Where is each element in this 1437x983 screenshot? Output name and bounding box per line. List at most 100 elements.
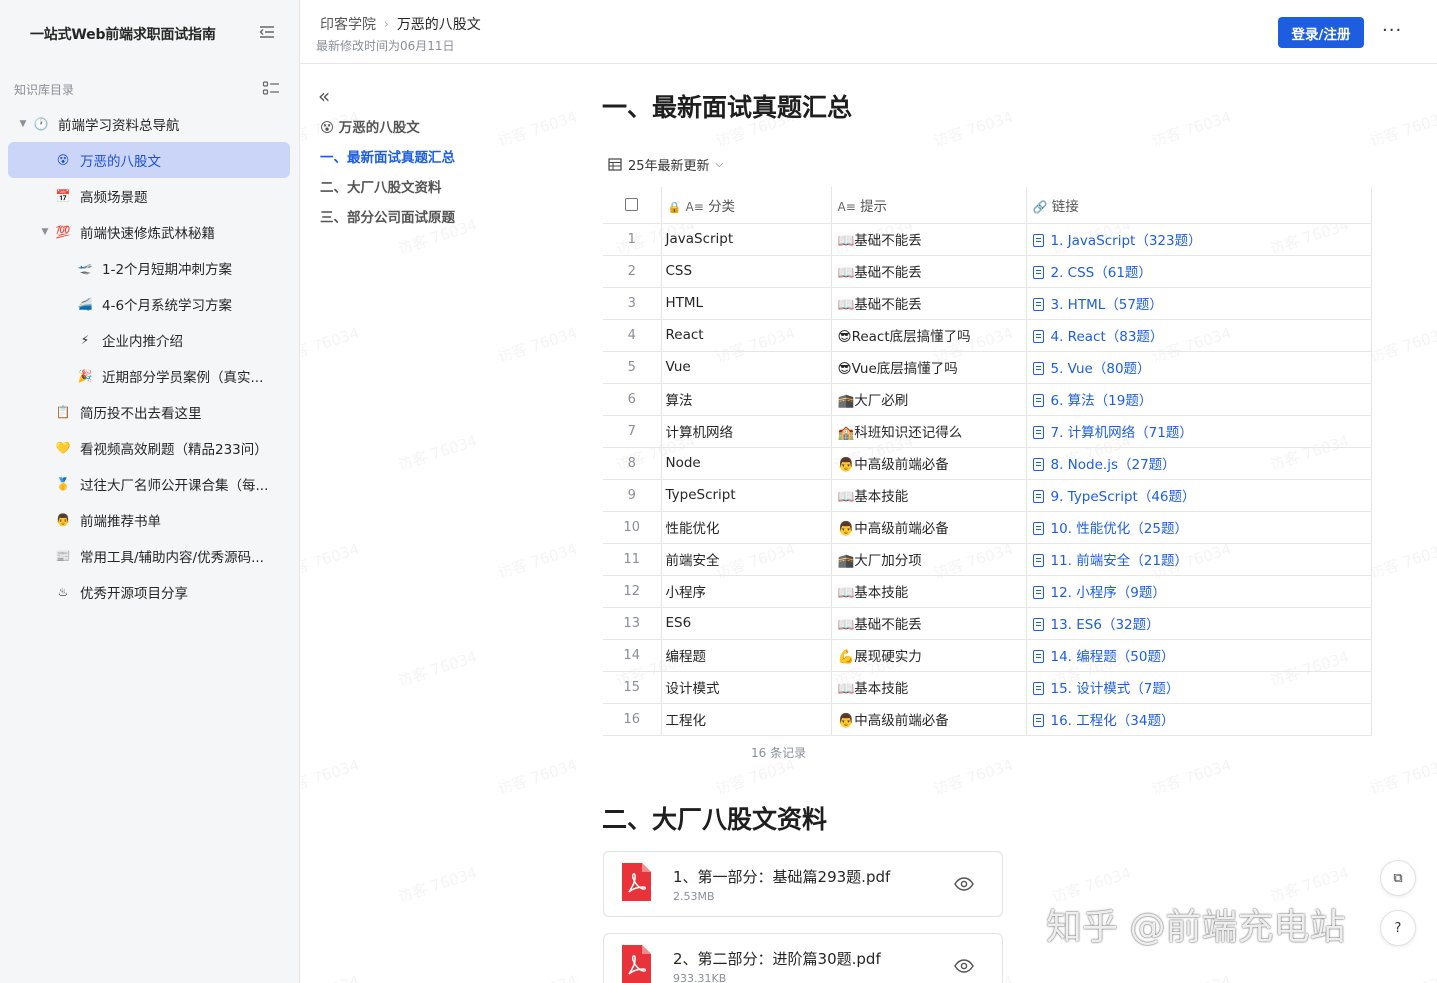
sidebar-item[interactable]: 📋 简历投不出去看这里 — [8, 394, 290, 430]
link-cell[interactable]: 11. 前端安全（21题） — [1026, 543, 1372, 576]
hint-cell[interactable]: 📖基本技能 — [831, 575, 1027, 608]
link-cell[interactable]: 7. 计算机网络（71题） — [1026, 415, 1372, 448]
sidebar-item[interactable]: ▼ 🕐 前端学习资料总导航 — [8, 106, 290, 142]
category-cell[interactable]: CSS — [661, 255, 832, 288]
hint-cell[interactable]: 👨中高级前端必备 — [831, 511, 1027, 544]
sidebar-item[interactable]: ♨ 优秀开源项目分享 — [8, 574, 290, 610]
hint-cell[interactable]: 😎React底层搞懂了吗 — [831, 319, 1027, 352]
table-view-selector[interactable]: 25年最新更新 ⌵ — [608, 155, 723, 174]
hint-cell[interactable]: 🕋大厂必刷 — [831, 383, 1027, 416]
more-options-icon[interactable]: ··· — [1382, 20, 1402, 41]
category-cell[interactable]: Node — [661, 447, 832, 480]
table-row[interactable]: 7 计算机网络 🏫科班知识还记得么 7. 计算机网络（71题） — [603, 415, 1372, 448]
category-cell[interactable]: 编程题 — [661, 639, 832, 672]
category-cell[interactable]: 设计模式 — [661, 671, 832, 704]
list-settings-icon[interactable] — [262, 80, 280, 96]
collapse-outline-icon[interactable]: « — [318, 84, 330, 108]
column-header-hint[interactable]: A≡ 提示 — [831, 187, 1027, 224]
link-cell[interactable]: 3. HTML（57题） — [1026, 287, 1372, 320]
sidebar-item[interactable]: 📅 高频场景题 — [8, 178, 290, 214]
hint-cell[interactable]: 🕋大厂加分项 — [831, 543, 1027, 576]
doc-link[interactable]: 2. CSS（61题） — [1051, 265, 1152, 281]
doc-link[interactable]: 8. Node.js（27题） — [1051, 457, 1176, 473]
outline-item[interactable]: 😵 万恶的八股文 — [320, 116, 420, 136]
doc-link[interactable]: 3. HTML（57题） — [1051, 297, 1163, 313]
file-name[interactable]: 1、第一部分：基础篇293题.pdf — [673, 866, 890, 887]
file-name[interactable]: 2、第二部分：进阶篇30题.pdf — [673, 948, 881, 969]
copy-doc-icon[interactable]: ⧉ — [1380, 860, 1416, 896]
sidebar-item[interactable]: 🛫 1-2个月短期冲刺方案 — [8, 250, 290, 286]
preview-eye-icon[interactable] — [954, 876, 974, 892]
hint-cell[interactable]: 📖基础不能丢 — [831, 287, 1027, 320]
link-cell[interactable]: 15. 设计模式（7题） — [1026, 671, 1372, 704]
table-row[interactable]: 3 HTML 📖基础不能丢 3. HTML（57题） — [603, 287, 1372, 320]
table-row[interactable]: 16 工程化 👨中高级前端必备 16. 工程化（34题） — [603, 703, 1372, 736]
hint-cell[interactable]: 📖基础不能丢 — [831, 223, 1027, 256]
category-cell[interactable]: 小程序 — [661, 575, 832, 608]
link-cell[interactable]: 12. 小程序（9题） — [1026, 575, 1372, 608]
category-cell[interactable]: HTML — [661, 287, 832, 320]
link-cell[interactable]: 1. JavaScript（323题） — [1026, 223, 1372, 256]
link-cell[interactable]: 5. Vue（80题） — [1026, 351, 1372, 384]
doc-link[interactable]: 10. 性能优化（25题） — [1051, 521, 1188, 537]
select-all-checkbox[interactable] — [625, 198, 639, 212]
category-cell[interactable]: 前端安全 — [661, 543, 832, 576]
category-cell[interactable]: TypeScript — [661, 479, 832, 512]
table-row[interactable]: 13 ES6 📖基础不能丢 13. ES6（32题） — [603, 607, 1372, 640]
sidebar-item[interactable]: 🎉 近期部分学员案例（真实... — [8, 358, 290, 394]
table-row[interactable]: 11 前端安全 🕋大厂加分项 11. 前端安全（21题） — [603, 543, 1372, 576]
doc-link[interactable]: 15. 设计模式（7题） — [1051, 681, 1180, 697]
doc-link[interactable]: 14. 编程题（50题） — [1051, 649, 1175, 665]
outline-item[interactable]: 三、部分公司面试原题 — [320, 206, 455, 226]
sidebar-item[interactable]: 😵 万恶的八股文 — [8, 142, 290, 178]
category-cell[interactable]: 性能优化 — [661, 511, 832, 544]
pdf-attachment-card[interactable]: 2、第二部分：进阶篇30题.pdf 933.31KB — [603, 933, 1003, 983]
category-cell[interactable]: 工程化 — [661, 703, 832, 736]
outline-item[interactable]: 一、最新面试真题汇总 — [320, 146, 455, 166]
table-row[interactable]: 5 Vue 😎Vue底层搞懂了吗 5. Vue（80题） — [603, 351, 1372, 384]
sidebar-item[interactable]: 💛 看视频高效刷题（精品233问） — [8, 430, 290, 466]
breadcrumb-root[interactable]: 印客学院 — [320, 14, 376, 34]
table-row[interactable]: 9 TypeScript 📖基本技能 9. TypeScript（46题） — [603, 479, 1372, 512]
pdf-attachment-card[interactable]: 1、第一部分：基础篇293题.pdf 2.53MB — [603, 851, 1003, 917]
table-row[interactable]: 14 编程题 💪展现硬实力 14. 编程题（50题） — [603, 639, 1372, 672]
expand-caret-icon[interactable]: ▼ — [38, 227, 52, 237]
category-cell[interactable]: React — [661, 319, 832, 352]
column-header-category[interactable]: 🔒 A≡ 分类 — [661, 187, 832, 224]
help-icon[interactable]: ? — [1380, 910, 1416, 946]
link-cell[interactable]: 14. 编程题（50题） — [1026, 639, 1372, 672]
hint-cell[interactable]: 📖基本技能 — [831, 671, 1027, 704]
sidebar-item[interactable]: ⚡ 企业内推介绍 — [8, 322, 290, 358]
link-cell[interactable]: 9. TypeScript（46题） — [1026, 479, 1372, 512]
sidebar-item[interactable]: 🚄 4-6个月系统学习方案 — [8, 286, 290, 322]
column-header-link[interactable]: 🔗 链接 — [1026, 187, 1372, 224]
preview-eye-icon[interactable] — [954, 958, 974, 974]
doc-link[interactable]: 4. React（83题） — [1051, 329, 1164, 345]
hint-cell[interactable]: 📖基础不能丢 — [831, 255, 1027, 288]
doc-link[interactable]: 6. 算法（19题） — [1051, 393, 1153, 409]
link-cell[interactable]: 6. 算法（19题） — [1026, 383, 1372, 416]
category-cell[interactable]: 计算机网络 — [661, 415, 832, 448]
table-row[interactable]: 10 性能优化 👨中高级前端必备 10. 性能优化（25题） — [603, 511, 1372, 544]
hint-cell[interactable]: 😎Vue底层搞懂了吗 — [831, 351, 1027, 384]
login-register-button[interactable]: 登录/注册 — [1278, 17, 1364, 48]
hint-cell[interactable]: 📖基本技能 — [831, 479, 1027, 512]
category-cell[interactable]: ES6 — [661, 607, 832, 640]
category-cell[interactable]: 算法 — [661, 383, 832, 416]
table-row[interactable]: 6 算法 🕋大厂必刷 6. 算法（19题） — [603, 383, 1372, 416]
hint-cell[interactable]: 📖基础不能丢 — [831, 607, 1027, 640]
table-row[interactable]: 2 CSS 📖基础不能丢 2. CSS（61题） — [603, 255, 1372, 288]
doc-link[interactable]: 5. Vue（80题） — [1051, 361, 1151, 377]
link-cell[interactable]: 4. React（83题） — [1026, 319, 1372, 352]
sidebar-item[interactable]: ▼ 💯 前端快速修炼武林秘籍 — [8, 214, 290, 250]
category-cell[interactable]: Vue — [661, 351, 832, 384]
link-cell[interactable]: 16. 工程化（34题） — [1026, 703, 1372, 736]
link-cell[interactable]: 13. ES6（32题） — [1026, 607, 1372, 640]
table-row[interactable]: 8 Node 👨中高级前端必备 8. Node.js（27题） — [603, 447, 1372, 480]
table-row[interactable]: 15 设计模式 📖基本技能 15. 设计模式（7题） — [603, 671, 1372, 704]
collapse-sidebar-icon[interactable] — [258, 24, 276, 40]
outline-item[interactable]: 二、大厂八股文资料 — [320, 176, 442, 196]
table-row[interactable]: 4 React 😎React底层搞懂了吗 4. React（83题） — [603, 319, 1372, 352]
doc-link[interactable]: 9. TypeScript（46题） — [1051, 489, 1196, 505]
sidebar-item[interactable]: 🥇 过往大厂名师公开课合集（每... — [8, 466, 290, 502]
